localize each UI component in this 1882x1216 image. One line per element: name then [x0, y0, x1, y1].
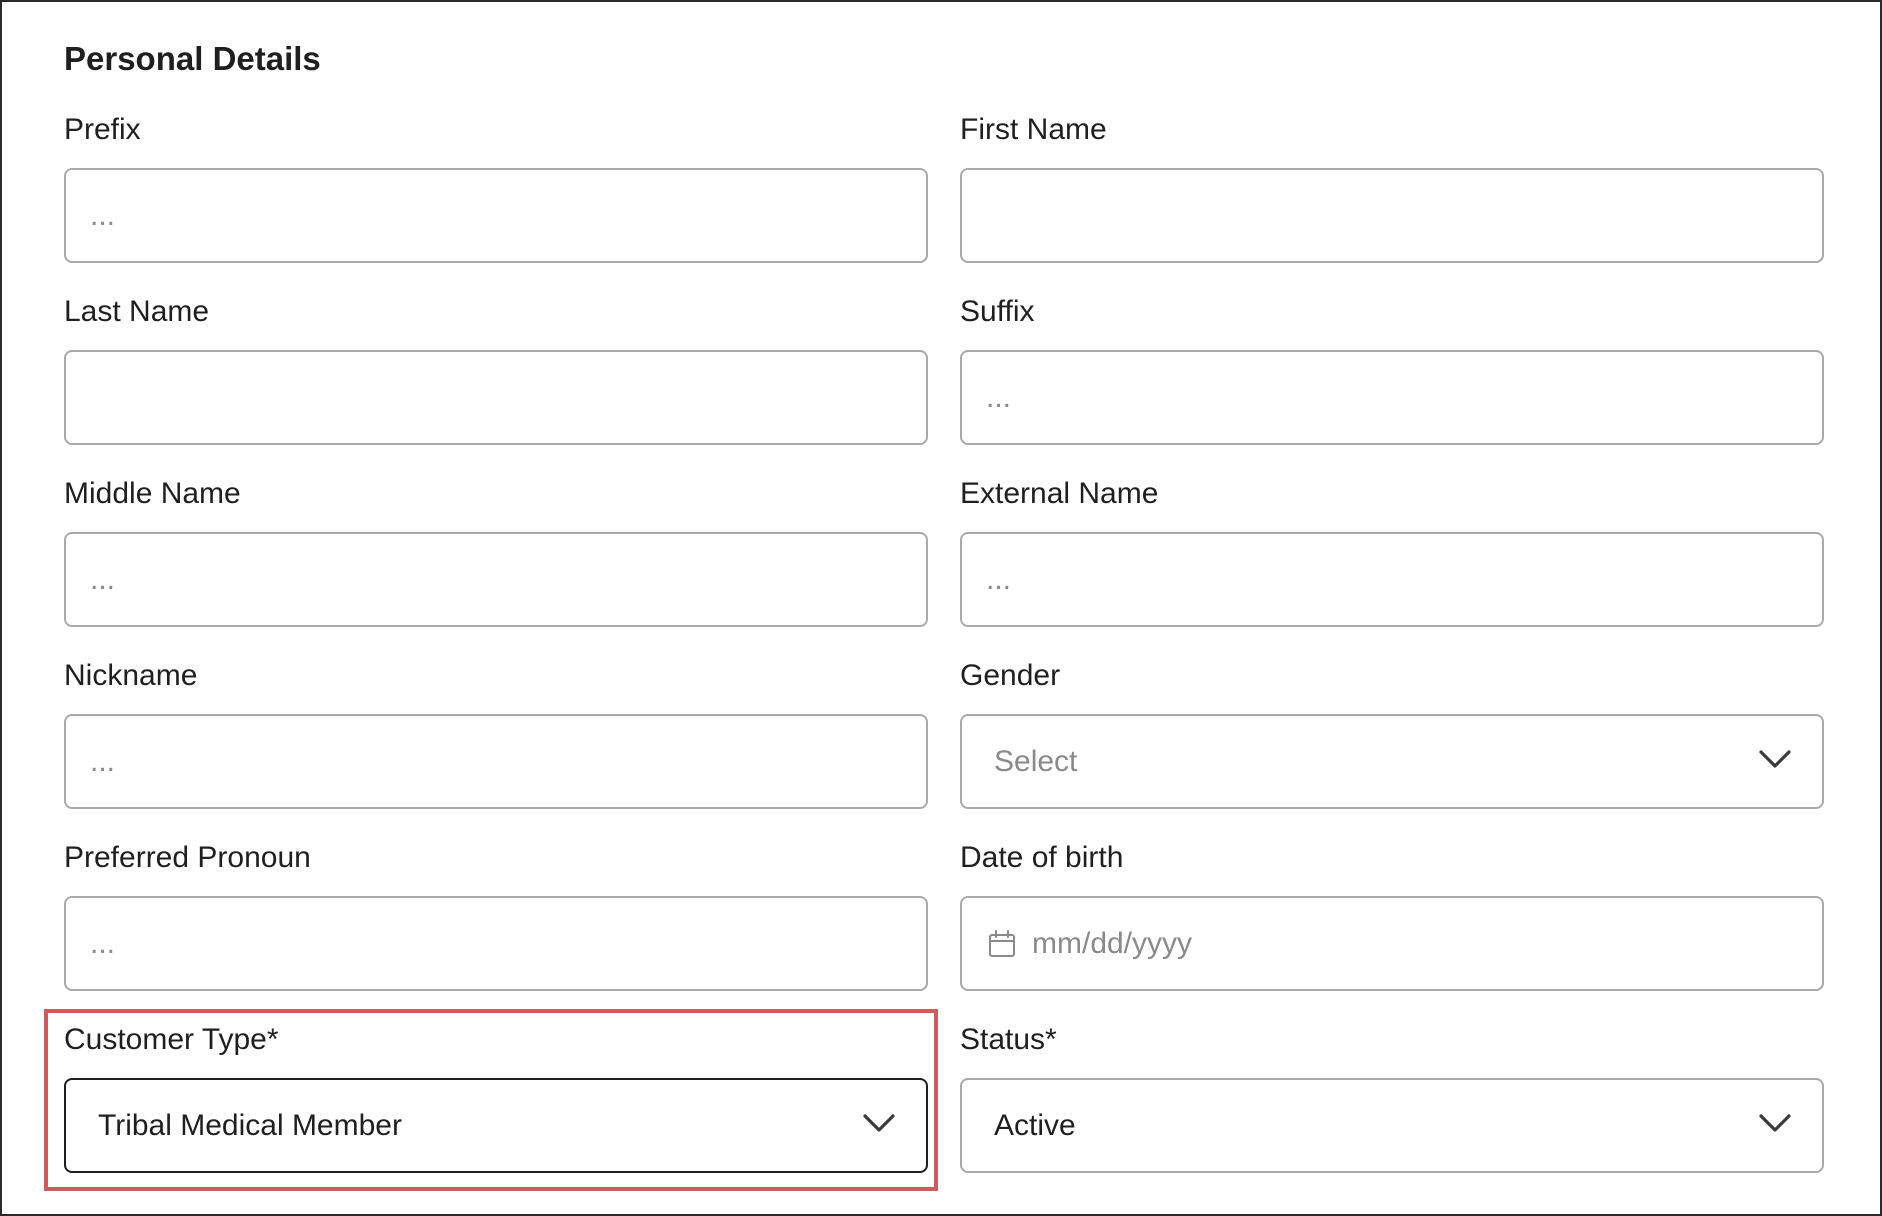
prefix-field-group: Prefix — [64, 112, 928, 263]
status-selected-value: Active — [994, 1108, 1076, 1142]
preferred-pronoun-input[interactable] — [66, 898, 926, 989]
middle-name-label: Middle Name — [64, 477, 241, 510]
suffix-input[interactable] — [962, 352, 1822, 443]
section-title: Personal Details — [64, 40, 321, 77]
suffix-field-group: Suffix — [960, 294, 1824, 445]
middle-name-field-group: Middle Name — [64, 476, 928, 627]
status-label: Status* — [960, 1023, 1057, 1056]
external-name-input[interactable] — [962, 534, 1822, 625]
gender-selected-value: Select — [994, 744, 1078, 778]
external-name-label: External Name — [960, 477, 1159, 510]
middle-name-box — [64, 532, 928, 627]
gender-select[interactable]: Select — [960, 714, 1824, 809]
gender-field-group: Gender Select — [960, 658, 1824, 809]
first-name-label: First Name — [960, 113, 1107, 146]
preferred-pronoun-field-group: Preferred Pronoun — [64, 840, 928, 991]
date-of-birth-input[interactable]: mm/dd/yyyy — [960, 896, 1824, 991]
nickname-input[interactable] — [66, 716, 926, 807]
status-field-group: Status* Active — [960, 1022, 1824, 1173]
gender-label: Gender — [960, 659, 1061, 692]
first-name-box — [960, 168, 1824, 263]
prefix-label: Prefix — [64, 113, 141, 146]
first-name-input[interactable] — [962, 170, 1822, 261]
external-name-box — [960, 532, 1824, 627]
first-name-field-group: First Name — [960, 112, 1824, 263]
suffix-label: Suffix — [960, 295, 1035, 328]
chevron-down-icon — [1759, 1114, 1791, 1132]
prefix-input[interactable] — [66, 170, 926, 261]
date-of-birth-label: Date of birth — [960, 841, 1124, 874]
last-name-label: Last Name — [64, 295, 210, 328]
nickname-label: Nickname — [64, 659, 198, 692]
last-name-input[interactable] — [66, 352, 926, 443]
middle-name-input[interactable] — [66, 534, 926, 625]
prefix-box — [64, 168, 928, 263]
nickname-box — [64, 714, 928, 809]
nickname-field-group: Nickname — [64, 658, 928, 809]
external-name-field-group: External Name — [960, 476, 1824, 627]
suffix-box — [960, 350, 1824, 445]
chevron-down-icon — [1759, 750, 1791, 768]
last-name-field-group: Last Name — [64, 294, 928, 445]
preferred-pronoun-box — [64, 896, 928, 991]
preferred-pronoun-label: Preferred Pronoun — [64, 841, 311, 874]
date-of-birth-field-group: Date of birth mm/dd/yyyy — [960, 840, 1824, 991]
date-of-birth-placeholder: mm/dd/yyyy — [1032, 926, 1193, 960]
calendar-icon — [989, 930, 1015, 957]
form-panel: Personal Details Prefix First Name Last … — [0, 0, 1882, 1216]
last-name-box — [64, 350, 928, 445]
status-select[interactable]: Active — [960, 1078, 1824, 1173]
customer-type-highlight — [44, 1009, 938, 1191]
